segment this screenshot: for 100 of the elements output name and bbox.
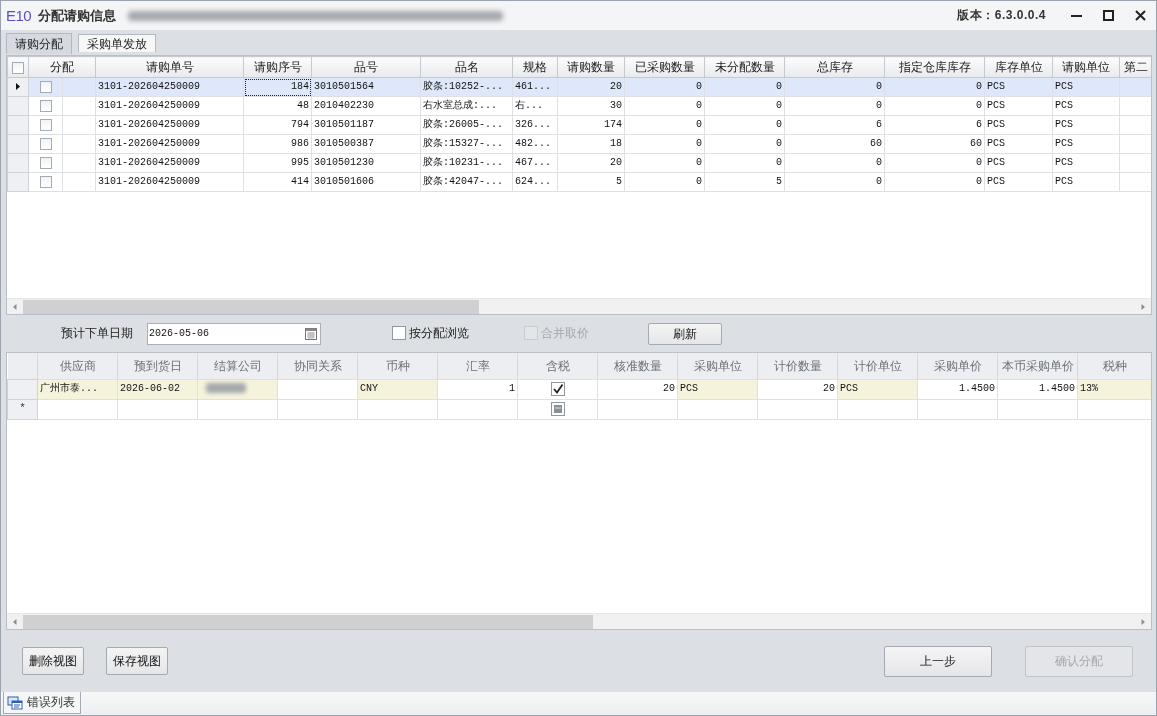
column-header[interactable]: 供应商	[37, 353, 118, 379]
column-header[interactable]: 本币采购单价	[997, 353, 1078, 379]
table-cell: 0	[784, 153, 885, 173]
table-cell: 1	[437, 379, 518, 399]
table-cell: 414	[243, 172, 312, 192]
column-header[interactable]: 采购单价	[917, 353, 998, 379]
column-header[interactable]: 汇率	[437, 353, 518, 379]
table-cell: 6	[784, 115, 885, 135]
column-header[interactable]: 币种	[357, 353, 438, 379]
column-header[interactable]: 请购数量	[557, 56, 625, 78]
table-cell: 3101-202604250009	[95, 134, 244, 154]
blurred-text	[206, 383, 246, 394]
table-cell: 467...	[512, 153, 558, 173]
scrollbar-thumb[interactable]	[23, 299, 479, 314]
column-header[interactable]: 未分配数量	[704, 56, 785, 78]
table-cell: PCS	[984, 134, 1053, 154]
scrollbar-thumb[interactable]	[23, 614, 593, 629]
version-label: 版本：6.3.0.0.4	[957, 8, 1046, 23]
table-cell: 3101-202604250009	[95, 153, 244, 173]
table-cell: PCS	[1052, 115, 1120, 135]
app-logo: E10	[6, 6, 32, 25]
column-header[interactable]: 结算公司	[197, 353, 278, 379]
column-header[interactable]: 品名	[420, 56, 513, 78]
column-header[interactable]: 采购单位	[677, 353, 758, 379]
table-cell: PCS	[984, 172, 1053, 192]
table-cell: 0	[784, 172, 885, 192]
bottom-tab[interactable]: 错误列表	[3, 692, 81, 714]
table-cell: 3101-202604250009	[95, 172, 244, 192]
table-cell: 0	[624, 153, 705, 173]
table-cell: PCS	[984, 153, 1053, 173]
table-cell: 胶条:10231-...	[420, 153, 513, 173]
table-cell: PCS	[1052, 153, 1120, 173]
column-header[interactable]: 已采购数量	[624, 56, 705, 78]
table-cell: 3101-202604250009	[95, 96, 244, 116]
column-header[interactable]: 指定仓库库存	[884, 56, 985, 78]
column-header[interactable]: 请购单号	[95, 56, 244, 78]
table-cell: PCS	[1052, 134, 1120, 154]
table-cell: 3101-202604250009	[95, 115, 244, 135]
tab[interactable]: 采购单发放	[78, 34, 156, 52]
checkbox[interactable]	[550, 382, 565, 396]
checkbox[interactable]	[392, 326, 406, 341]
calendar-icon[interactable]	[305, 327, 317, 340]
table-cell: 0	[624, 134, 705, 154]
maximize-icon	[1102, 10, 1114, 21]
table-cell: 1.4500	[917, 379, 998, 399]
table-cell: 5	[557, 172, 625, 192]
column-header[interactable]: 计价单位	[837, 353, 918, 379]
table-cell: 20	[557, 153, 625, 173]
table-cell: 326...	[512, 115, 558, 135]
column-header[interactable]: 税种	[1077, 353, 1151, 379]
table-cell: 0	[624, 96, 705, 116]
view-button[interactable]: 保存视图	[106, 647, 168, 675]
column-header[interactable]: 含税	[517, 353, 598, 379]
column-header[interactable]: 计价数量	[757, 353, 838, 379]
table-cell: 6	[884, 115, 985, 135]
column-header[interactable]: 品号	[311, 56, 421, 78]
table-cell: 0	[704, 153, 785, 173]
checkbox[interactable]	[39, 99, 52, 112]
tab-label: 错误列表	[27, 695, 75, 710]
column-header[interactable]: 总库存	[784, 56, 885, 78]
column-header[interactable]: 请购序号	[243, 56, 312, 78]
table-cell: PCS	[837, 379, 918, 399]
column-header[interactable]: 分配	[28, 56, 96, 78]
row-pointer-icon	[16, 82, 20, 90]
table-cell: PCS	[1052, 172, 1120, 192]
table-cell: 右...	[512, 96, 558, 116]
table-cell: 0	[784, 96, 885, 116]
close-icon	[1134, 10, 1146, 21]
table-cell: 0	[704, 96, 785, 116]
tab[interactable]: 请购分配	[6, 33, 72, 54]
table-cell: 174	[557, 115, 625, 135]
select-all-checkbox[interactable]	[12, 61, 24, 74]
checkbox[interactable]	[39, 156, 52, 169]
table-cell: 3010501187	[311, 115, 421, 135]
column-header[interactable]: 规格	[512, 56, 558, 78]
refresh-button[interactable]: 刷新	[648, 322, 722, 345]
checkbox[interactable]	[39, 80, 52, 93]
horizontal-scrollbar[interactable]	[7, 613, 1151, 629]
checkbox[interactable]	[39, 137, 52, 150]
table-cell: 胶条:15327-...	[420, 134, 513, 154]
table-cell: 13%	[1077, 379, 1151, 399]
checkbox-label: 按分配浏览	[409, 326, 469, 341]
column-header[interactable]: 核准数量	[597, 353, 678, 379]
column-header[interactable]: 库存单位	[984, 56, 1053, 78]
table-cell: 0	[704, 134, 785, 154]
horizontal-scrollbar[interactable]	[7, 298, 1151, 314]
monitor-icon	[7, 694, 23, 711]
checkbox[interactable]	[550, 402, 565, 416]
table-cell: 3010501230	[311, 153, 421, 173]
column-header[interactable]: 预到货日	[117, 353, 198, 379]
column-header[interactable]: 请购单位	[1052, 56, 1120, 78]
table-cell: 20	[597, 379, 678, 399]
date-field[interactable]: 2026-05-06	[147, 322, 321, 345]
table-cell: 60	[784, 134, 885, 154]
nav-button[interactable]: 上一步	[884, 645, 992, 677]
column-header[interactable]: 协同关系	[277, 353, 358, 379]
checkbox[interactable]	[39, 118, 52, 131]
view-button[interactable]: 删除视图	[22, 647, 84, 675]
checkbox[interactable]	[39, 175, 52, 188]
column-header[interactable]: 第二	[1119, 56, 1151, 78]
